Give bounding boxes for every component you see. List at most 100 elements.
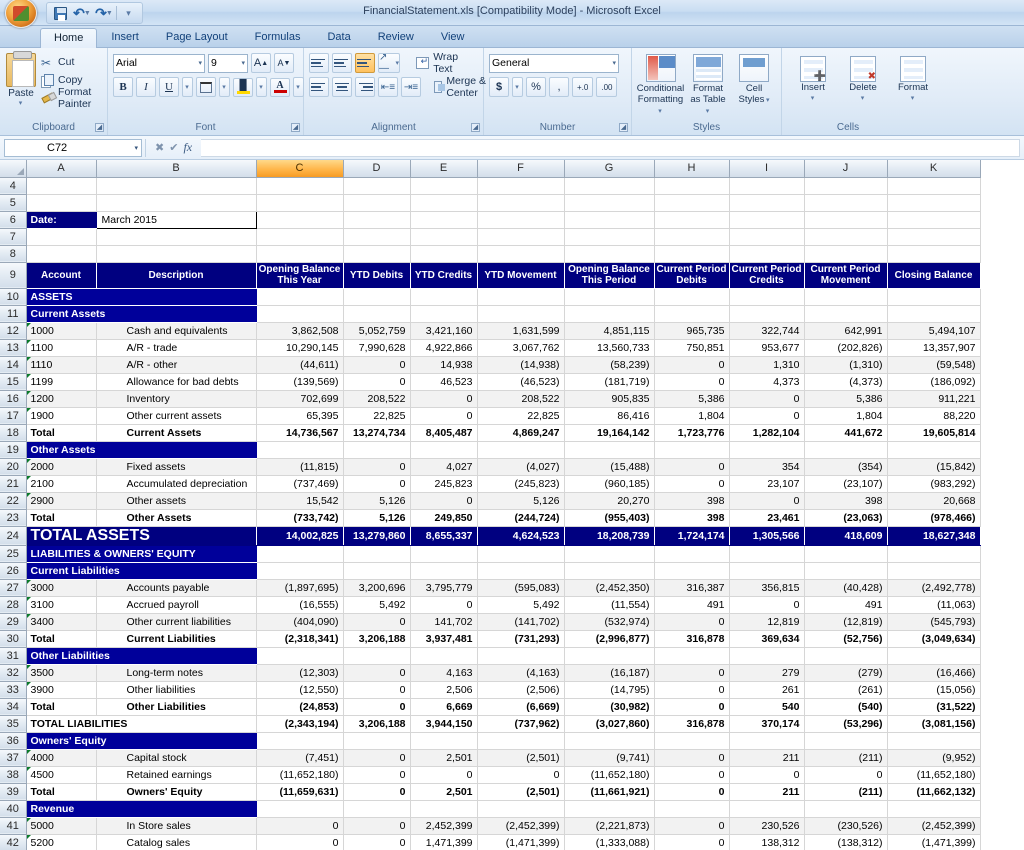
empty-cell[interactable]: [654, 211, 729, 228]
account-value-cell[interactable]: 965,735: [654, 322, 729, 339]
account-value-cell[interactable]: 398: [654, 492, 729, 509]
format-painter-button[interactable]: Format Painter: [39, 89, 102, 107]
empty-cell[interactable]: [410, 441, 477, 458]
tab-view[interactable]: View: [428, 28, 478, 47]
empty-cell[interactable]: [564, 647, 654, 664]
empty-cell[interactable]: [477, 305, 564, 322]
empty-cell[interactable]: [256, 245, 343, 262]
account-value-cell[interactable]: 88,220: [887, 407, 980, 424]
account-value-cell[interactable]: (404,090): [256, 613, 343, 630]
empty-cell[interactable]: [343, 545, 410, 562]
empty-cell[interactable]: [256, 305, 343, 322]
account-value-cell[interactable]: 0: [654, 817, 729, 834]
empty-cell[interactable]: [887, 800, 980, 817]
total-account-cell[interactable]: Total: [26, 783, 96, 800]
account-value-cell[interactable]: 0: [654, 613, 729, 630]
increase-indent-button[interactable]: ⇥≡: [401, 77, 421, 97]
column-header-f[interactable]: F: [477, 160, 564, 177]
account-value-cell[interactable]: (14,795): [564, 681, 654, 698]
total-value-cell[interactable]: 211: [729, 783, 804, 800]
account-value-cell[interactable]: 0: [410, 766, 477, 783]
empty-cell[interactable]: [477, 732, 564, 749]
row-header-40[interactable]: 40: [0, 800, 26, 817]
empty-cell[interactable]: [804, 245, 887, 262]
account-description-cell[interactable]: Other liabilities: [96, 681, 256, 698]
empty-cell[interactable]: [887, 288, 980, 305]
account-value-cell[interactable]: (11,652,180): [256, 766, 343, 783]
empty-cell[interactable]: [564, 288, 654, 305]
total-value-cell[interactable]: (3,049,634): [887, 630, 980, 647]
empty-cell[interactable]: [343, 228, 410, 245]
account-code-cell[interactable]: 3100: [26, 596, 96, 613]
number-format-combo[interactable]: General ▾: [489, 54, 619, 73]
header-account[interactable]: Account: [26, 262, 96, 288]
delete-cells-button[interactable]: ✖ Delete ▾: [841, 55, 885, 105]
empty-cell[interactable]: [887, 194, 980, 211]
row-header-26[interactable]: 26: [0, 562, 26, 579]
total-value-cell[interactable]: (540): [804, 698, 887, 715]
account-value-cell[interactable]: 10,290,145: [256, 339, 343, 356]
account-description-cell[interactable]: Accrued payroll: [96, 596, 256, 613]
row-header-33[interactable]: 33: [0, 681, 26, 698]
account-value-cell[interactable]: 3,795,779: [410, 579, 477, 596]
total-value-cell[interactable]: (11,659,631): [256, 783, 343, 800]
empty-cell[interactable]: [410, 177, 477, 194]
account-value-cell[interactable]: (279): [804, 664, 887, 681]
decrease-decimal-button[interactable]: .00: [596, 77, 617, 97]
account-description-cell[interactable]: Inventory: [96, 390, 256, 407]
row-header-4[interactable]: 4: [0, 177, 26, 194]
account-value-cell[interactable]: (2,492,778): [887, 579, 980, 596]
total-description-cell[interactable]: Other Assets: [96, 509, 256, 526]
column-header-g[interactable]: G: [564, 160, 654, 177]
total-value-cell[interactable]: (244,724): [477, 509, 564, 526]
alignment-dialog-launcher[interactable]: ◢: [471, 123, 480, 132]
empty-cell[interactable]: [804, 545, 887, 562]
account-value-cell[interactable]: 20,668: [887, 492, 980, 509]
total-value-cell[interactable]: (733,742): [256, 509, 343, 526]
grand-total-label[interactable]: TOTAL ASSETS: [26, 526, 256, 545]
empty-cell[interactable]: [410, 732, 477, 749]
row-header-38[interactable]: 38: [0, 766, 26, 783]
row-header-18[interactable]: 18: [0, 424, 26, 441]
account-code-cell[interactable]: 5000: [26, 817, 96, 834]
empty-cell[interactable]: [96, 228, 256, 245]
account-code-cell[interactable]: 3000: [26, 579, 96, 596]
account-description-cell[interactable]: Other current liabilities: [96, 613, 256, 630]
shrink-font-button[interactable]: A▼: [274, 53, 294, 73]
account-value-cell[interactable]: 3,067,762: [477, 339, 564, 356]
empty-cell[interactable]: [729, 194, 804, 211]
header-ytd-credits[interactable]: YTD Credits: [410, 262, 477, 288]
empty-cell[interactable]: [654, 732, 729, 749]
grow-font-button[interactable]: A▲: [251, 53, 271, 73]
empty-cell[interactable]: [256, 211, 343, 228]
account-description-cell[interactable]: Retained earnings: [96, 766, 256, 783]
comma-format-button[interactable]: ,: [549, 77, 569, 97]
account-value-cell[interactable]: 0: [343, 458, 410, 475]
section-banner[interactable]: Other Assets: [26, 441, 256, 458]
account-value-cell[interactable]: (16,187): [564, 664, 654, 681]
subtotal-value[interactable]: (737,962): [477, 715, 564, 732]
account-value-cell[interactable]: 5,494,107: [887, 322, 980, 339]
increase-decimal-button[interactable]: +.0: [572, 77, 593, 97]
empty-cell[interactable]: [343, 211, 410, 228]
total-account-cell[interactable]: Total: [26, 509, 96, 526]
header-closing-balance[interactable]: Closing Balance: [887, 262, 980, 288]
account-value-cell[interactable]: 0: [343, 766, 410, 783]
account-value-cell[interactable]: (545,793): [887, 613, 980, 630]
total-value-cell[interactable]: 1,282,104: [729, 424, 804, 441]
total-value-cell[interactable]: 369,634: [729, 630, 804, 647]
formula-input[interactable]: [201, 139, 1020, 157]
date-label-cell[interactable]: Date:: [26, 211, 96, 228]
account-value-cell[interactable]: 2,501: [410, 749, 477, 766]
account-value-cell[interactable]: 4,027: [410, 458, 477, 475]
insert-cells-button[interactable]: ➕ Insert ▾: [791, 55, 835, 105]
account-value-cell[interactable]: 0: [654, 749, 729, 766]
column-header-d[interactable]: D: [343, 160, 410, 177]
account-value-cell[interactable]: 0: [343, 817, 410, 834]
empty-cell[interactable]: [729, 305, 804, 322]
account-description-cell[interactable]: A/R - trade: [96, 339, 256, 356]
empty-cell[interactable]: [26, 228, 96, 245]
account-value-cell[interactable]: (2,452,399): [477, 817, 564, 834]
account-value-cell[interactable]: (16,466): [887, 664, 980, 681]
clipboard-dialog-launcher[interactable]: ◢: [95, 123, 104, 132]
